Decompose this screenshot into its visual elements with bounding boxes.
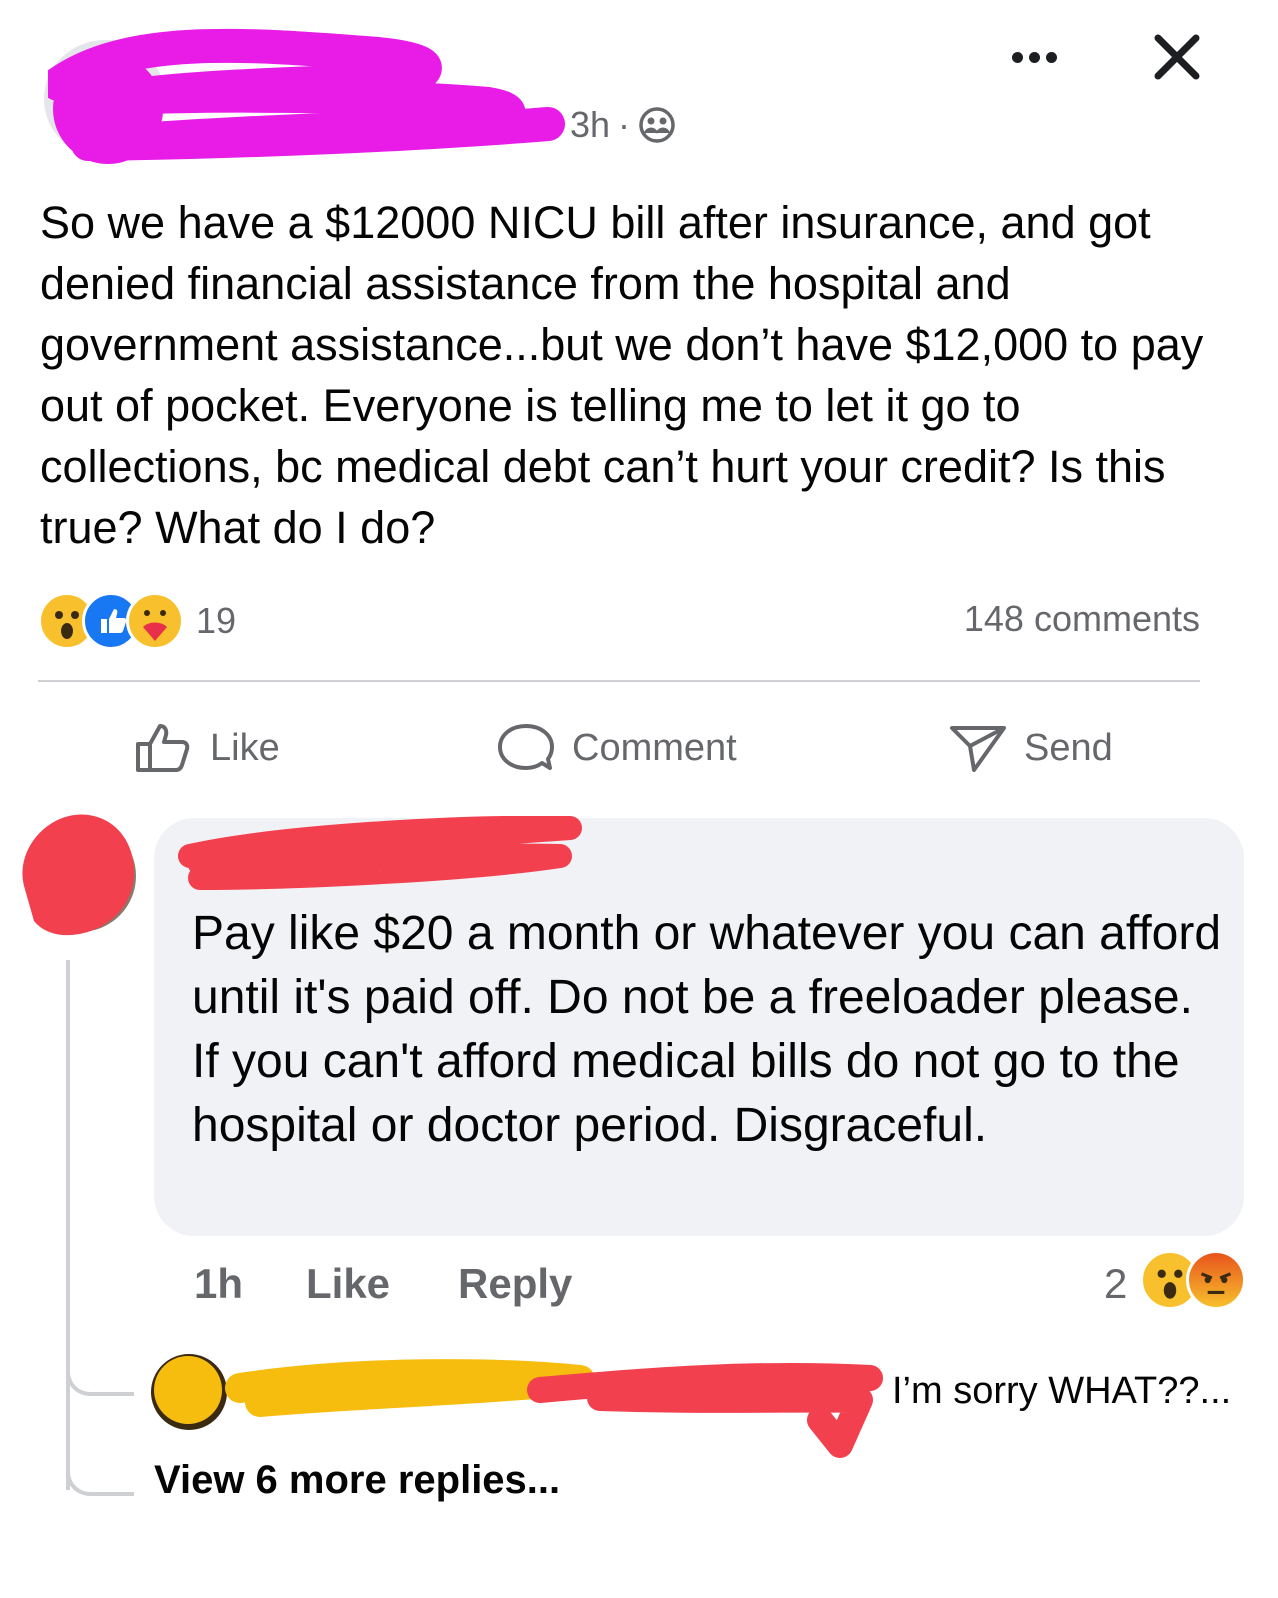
post-text: So we have a $12000 NICU bill after insu… <box>40 197 1204 553</box>
reaction-count[interactable]: 19 <box>196 600 236 642</box>
send-icon <box>950 726 1006 772</box>
comment-reactions[interactable] <box>1140 1250 1246 1310</box>
friends-icon[interactable] <box>638 106 676 144</box>
comment-button[interactable]: Comment <box>496 722 737 774</box>
comment-reaction-count[interactable]: 2 <box>1104 1260 1127 1308</box>
send-label: Send <box>1024 726 1113 769</box>
post-time[interactable]: 3h <box>570 104 610 146</box>
comment-text: Pay like $20 a month or whatever you can… <box>192 907 1222 1152</box>
comment-label: Comment <box>572 726 737 769</box>
thread-branch <box>66 1440 134 1496</box>
like-button[interactable]: Like <box>134 722 280 774</box>
view-more-replies[interactable]: View 6 more replies... <box>154 1458 560 1503</box>
redaction-scribble-commenter <box>178 816 582 890</box>
redaction-scribble-replier <box>225 1359 883 1458</box>
more-options-icon[interactable] <box>1004 44 1064 70</box>
care-reaction-icon <box>126 592 184 650</box>
post-meta: 3h · <box>570 104 676 146</box>
post-reactions[interactable]: 19 <box>38 592 236 650</box>
thread-branch <box>66 1340 134 1396</box>
thread-line <box>66 960 70 1490</box>
send-button[interactable]: Send <box>948 722 1113 774</box>
meta-separator: · <box>618 104 631 145</box>
comment-time[interactable]: 1h <box>194 1260 243 1308</box>
thumbs-up-icon <box>136 724 190 772</box>
close-icon[interactable] <box>1150 30 1204 84</box>
angry-reaction-icon <box>1186 1250 1246 1310</box>
divider <box>38 680 1200 682</box>
comment-icon <box>498 724 554 770</box>
like-label: Like <box>210 726 280 769</box>
redaction-scribble-author <box>48 28 565 164</box>
comment-like-button[interactable]: Like <box>306 1260 390 1308</box>
comment-reply-button[interactable]: Reply <box>458 1260 572 1308</box>
commenter-avatar[interactable] <box>14 806 136 942</box>
reply-preview-text[interactable]: I’m sorry WHAT??... <box>892 1370 1231 1413</box>
comment-count[interactable]: 148 comments <box>964 598 1200 640</box>
